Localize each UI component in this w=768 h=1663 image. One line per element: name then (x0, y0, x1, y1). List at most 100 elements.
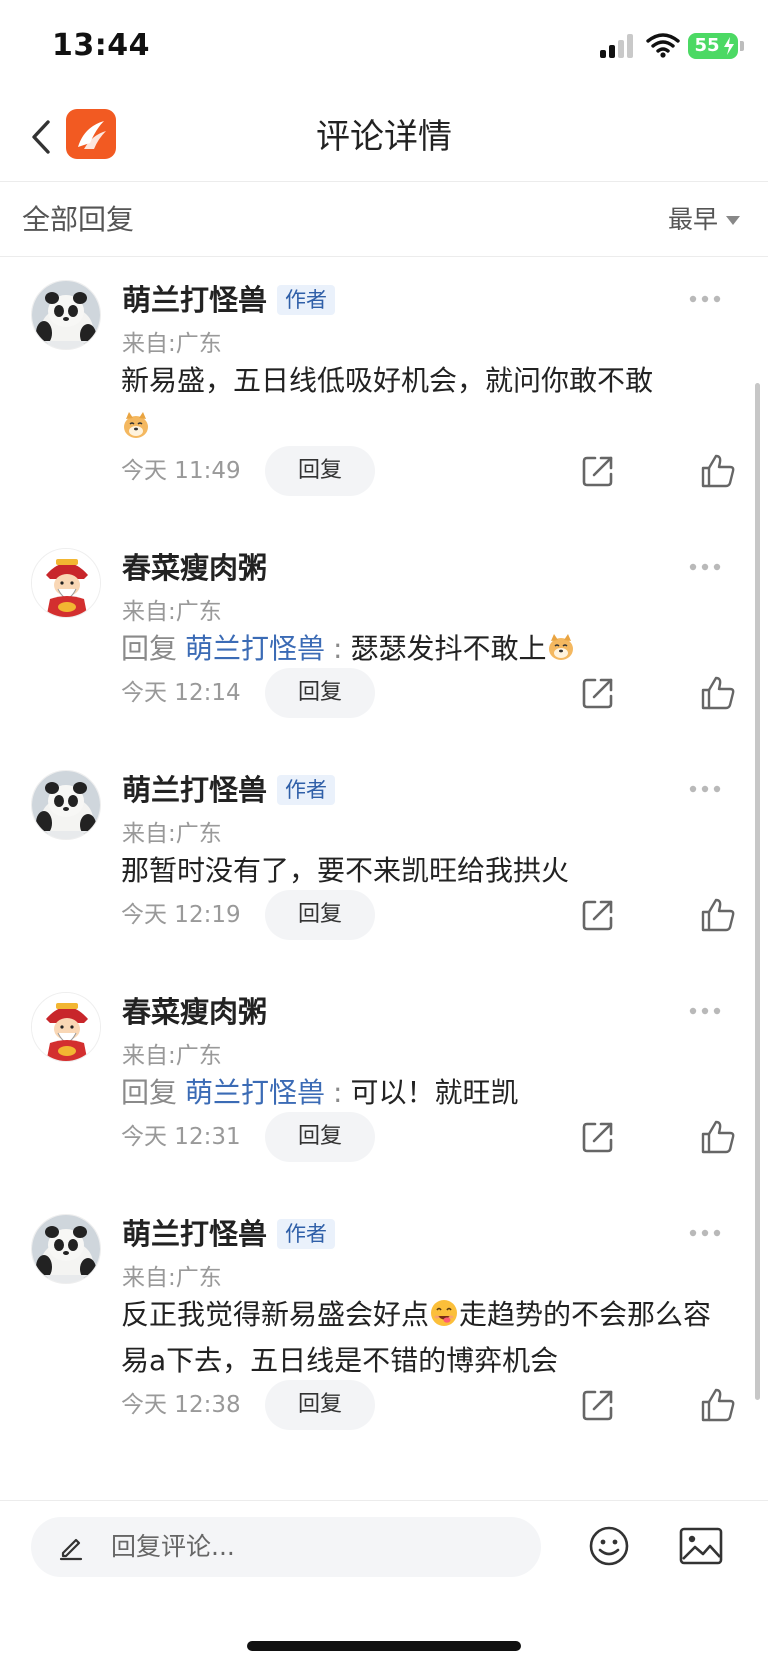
reply-separator: : (333, 1076, 343, 1109)
avatar[interactable] (31, 280, 101, 350)
timestamp: 今天 11:49 (121, 458, 241, 484)
more-icon[interactable] (688, 294, 722, 304)
comment-text: 新易盛，五日线低吸好机会，就问你敢不敢 (121, 358, 726, 450)
author-name-text: 萌兰打怪兽 (122, 283, 268, 317)
charging-bolt-icon (724, 37, 734, 55)
comment-body: 可以！就旺凯 (350, 1076, 519, 1109)
author-badge: 作者 (277, 1219, 336, 1249)
caret-down-icon (726, 215, 740, 225)
share-icon[interactable] (581, 1388, 615, 1422)
logo-swoosh-icon (78, 121, 106, 149)
reply-target-link[interactable]: 萌兰打怪兽 (185, 632, 325, 665)
comment-item: 萌兰打怪兽 作者 来自:广东 新易盛，五日线低吸好机会，就问你敢不敢 今天 11:… (0, 258, 768, 526)
author-name[interactable]: 春菜瘦肉粥 (122, 548, 267, 588)
filter-bar: 全部回复 最早 (0, 183, 768, 257)
doge-emoji-icon (546, 632, 576, 662)
pencil-icon (59, 1538, 83, 1561)
battery-level: 55 (694, 35, 720, 56)
thumbs-up-icon[interactable] (700, 897, 736, 933)
comment-item: 春菜瘦肉粥 来自:广东 回复 萌兰打怪兽: 可以！就旺凯 今天 12:31 回复 (0, 970, 768, 1192)
app-logo[interactable] (66, 109, 116, 159)
bottom-bar: 回复评论... (0, 1500, 768, 1663)
avatar[interactable] (31, 770, 101, 840)
reply-prefix: 回复 (121, 1076, 178, 1109)
thumbs-up-icon[interactable] (700, 675, 736, 711)
author-name-text: 萌兰打怪兽 (122, 773, 268, 807)
doge-emoji-icon (121, 410, 151, 440)
meta-row: 今天 11:49 回复 (0, 446, 768, 496)
comment-body: 新易盛，五日线低吸好机会，就问你敢不敢 (121, 364, 654, 397)
share-icon[interactable] (581, 454, 615, 488)
meta-row: 今天 12:14 回复 (0, 668, 768, 718)
chevron-left-icon[interactable] (24, 112, 60, 162)
more-icon[interactable] (688, 562, 722, 572)
battery-cap (740, 41, 744, 51)
meta-row: 今天 12:19 回复 (0, 890, 768, 940)
header: 评论详情 (0, 92, 768, 182)
thumbs-up-icon[interactable] (700, 453, 736, 489)
location: 来自:广东 (122, 599, 222, 625)
reply-input[interactable]: 回复评论... (31, 1517, 541, 1577)
reply-separator: : (333, 632, 343, 665)
comment-item: 萌兰打怪兽 作者 来自:广东 那暂时没有了，要不来凯旺给我拱火 今天 12:19 … (0, 748, 768, 970)
comment-text: 回复 萌兰打怪兽: 可以！就旺凯 (121, 1070, 726, 1116)
more-icon[interactable] (688, 1228, 722, 1238)
sort-button[interactable]: 最早 (668, 183, 740, 257)
comment-text: 那暂时没有了，要不来凯旺给我拱火 (121, 854, 570, 887)
author-name[interactable]: 萌兰打怪兽 作者 (122, 280, 336, 320)
status-time: 13:44 (52, 28, 150, 63)
drooling-emoji-icon (429, 1298, 459, 1328)
location: 来自:广东 (122, 821, 222, 847)
avatar[interactable] (31, 548, 101, 618)
author-name-text: 萌兰打怪兽 (122, 1217, 268, 1251)
wifi-icon (646, 33, 680, 58)
share-icon[interactable] (581, 898, 615, 932)
more-icon[interactable] (688, 1006, 722, 1016)
reply-target-link[interactable]: 萌兰打怪兽 (185, 1076, 325, 1109)
location: 来自:广东 (122, 1265, 222, 1291)
avatar[interactable] (31, 992, 101, 1062)
comment-body: 瑟瑟发抖不敢上 (350, 632, 547, 665)
share-icon[interactable] (581, 676, 615, 710)
author-badge: 作者 (277, 775, 336, 805)
timestamp: 今天 12:38 (121, 1392, 241, 1418)
timestamp: 今天 12:19 (121, 902, 241, 928)
comment-item: 春菜瘦肉粥 来自:广东 回复 萌兰打怪兽: 瑟瑟发抖不敢上 今天 12:14 回复 (0, 526, 768, 748)
location: 来自:广东 (122, 1043, 222, 1069)
comment-item: 萌兰打怪兽 作者 来自:广东 反正我觉得新易盛会好点 走趋势的不会那么容易a下去，五… (0, 1192, 768, 1500)
sort-label: 最早 (667, 205, 718, 234)
author-badge: 作者 (277, 285, 336, 315)
reply-button[interactable]: 回复 (265, 668, 375, 718)
thumbs-up-icon[interactable] (700, 1119, 736, 1155)
reply-button[interactable]: 回复 (265, 890, 375, 940)
reply-input-placeholder: 回复评论... (111, 1532, 235, 1561)
reply-prefix: 回复 (121, 632, 178, 665)
image-icon[interactable] (679, 1527, 723, 1565)
author-name[interactable]: 萌兰打怪兽 作者 (122, 770, 336, 810)
timestamp: 今天 12:31 (121, 1124, 241, 1150)
battery-icon: 55 (688, 33, 738, 59)
comment-text: 回复 萌兰打怪兽: 瑟瑟发抖不敢上 (121, 626, 726, 672)
comment-text: 反正我觉得新易盛会好点 走趋势的不会那么容易a下去，五日线是不错的博弈机会 (121, 1292, 726, 1384)
reply-button[interactable]: 回复 (265, 446, 375, 496)
comment-list[interactable]: 萌兰打怪兽 作者 来自:广东 新易盛，五日线低吸好机会，就问你敢不敢 今天 11:… (0, 258, 768, 1500)
more-icon[interactable] (688, 784, 722, 794)
reply-button[interactable]: 回复 (265, 1380, 375, 1430)
meta-row: 今天 12:31 回复 (0, 1112, 768, 1162)
all-replies-title: 全部回复 (22, 203, 135, 236)
emoji-icon[interactable] (588, 1525, 630, 1567)
home-indicator (247, 1641, 521, 1651)
reply-button[interactable]: 回复 (265, 1112, 375, 1162)
author-name[interactable]: 萌兰打怪兽 作者 (122, 1214, 336, 1254)
author-name[interactable]: 春菜瘦肉粥 (122, 992, 267, 1032)
comment-body: 反正我觉得新易盛会好点 (121, 1298, 430, 1331)
timestamp: 今天 12:14 (121, 680, 241, 706)
avatar[interactable] (31, 1214, 101, 1284)
status-bar: 13:44 55 (0, 0, 768, 92)
location: 来自:广东 (122, 331, 222, 357)
signal-icon (600, 34, 636, 58)
thumbs-up-icon[interactable] (700, 1387, 736, 1423)
scrollbar[interactable] (755, 383, 760, 1400)
share-icon[interactable] (581, 1120, 615, 1154)
meta-row: 今天 12:38 回复 (0, 1380, 768, 1430)
